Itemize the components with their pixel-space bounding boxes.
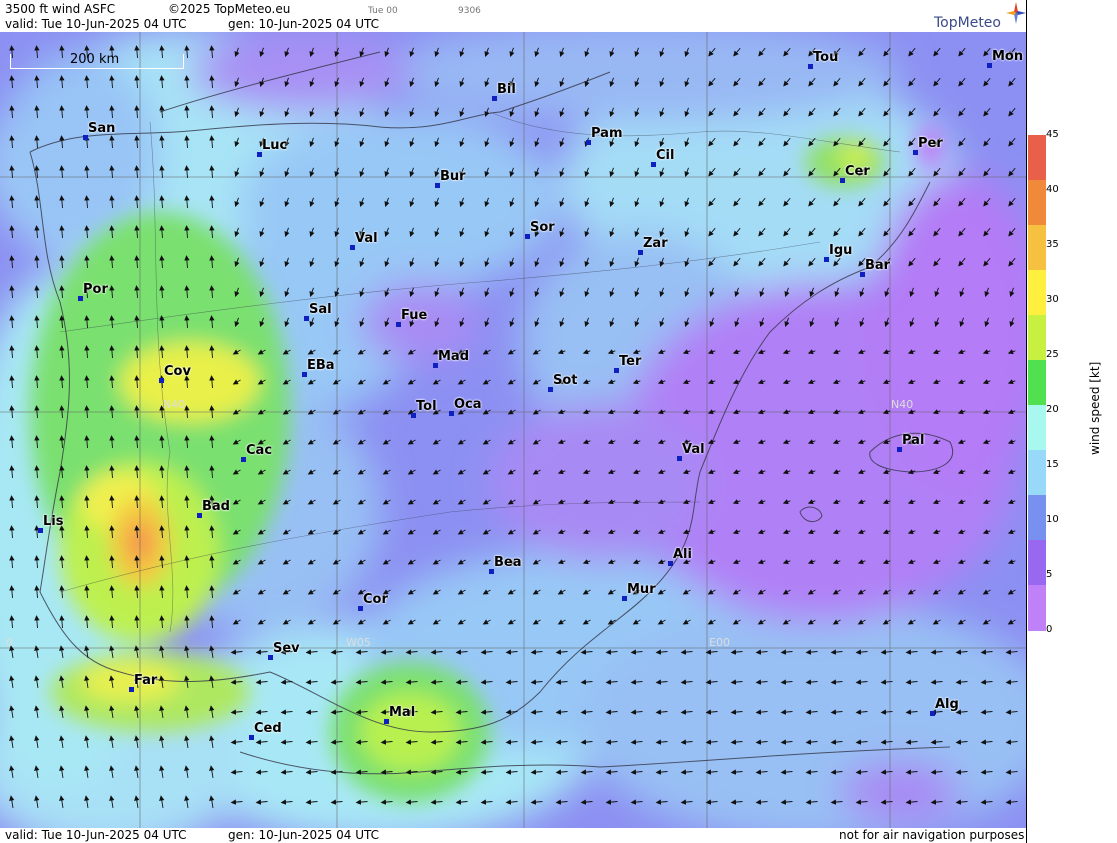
colorbar-tick-label: 45 xyxy=(1046,129,1059,140)
city-label: Cer xyxy=(845,164,870,179)
colorbar-tick-label: 10 xyxy=(1046,514,1059,525)
topmeteo-logo: TopMeteo xyxy=(930,2,1026,32)
city-label: Pam xyxy=(591,126,623,141)
frame-divider xyxy=(1026,0,1027,843)
colorbar-tick-label: 5 xyxy=(1046,569,1053,580)
map-footer: valid: Tue 10-Jun-2025 04 UTC gen: 10-Ju… xyxy=(0,828,1026,843)
colorbar-tick-label: 25 xyxy=(1046,349,1059,360)
colorbar-segment xyxy=(1028,405,1046,451)
city-label: Igu xyxy=(829,243,853,258)
colorbar-label: wind speed [kt] xyxy=(1088,361,1102,455)
city-label: Mon xyxy=(992,49,1024,64)
city-label: Ter xyxy=(619,354,642,369)
city-label: Luc xyxy=(262,138,288,153)
run-label: Tue 00 xyxy=(368,6,398,16)
logo-text: TopMeteo xyxy=(934,15,1001,31)
city-label: Ced xyxy=(254,721,282,736)
footer-gen-time: gen: 10-Jun-2025 04 UTC xyxy=(228,828,380,842)
city-label: Far xyxy=(134,673,158,688)
colorbar-segment xyxy=(1028,225,1046,271)
city-label: Val xyxy=(355,231,378,246)
city-label: Alg xyxy=(935,697,959,712)
scale-label: 200 km xyxy=(70,52,120,67)
city-label: Zar xyxy=(643,236,668,251)
colorbar-segment xyxy=(1028,270,1046,316)
wind-map[interactable]: 200 km N40 N40 W05 E00 0 San Luc Bil Pam Tou… xyxy=(0,32,1026,828)
city-label: Pal xyxy=(902,433,925,448)
city-label: Fue xyxy=(401,308,428,323)
colorbar-tick-label: 0 xyxy=(1046,624,1053,635)
map-title: 3500 ft wind ASFC xyxy=(5,2,116,16)
colorbar-tick-label: 40 xyxy=(1046,184,1059,195)
city-label: Sot xyxy=(553,373,578,388)
copyright-text: ©2025 TopMeteo.eu xyxy=(168,2,291,16)
city-label: Bur xyxy=(440,169,466,184)
city-label: Bad xyxy=(202,499,230,514)
city-label: Tou xyxy=(813,50,839,65)
city-label: Bar xyxy=(865,258,891,273)
wind-field xyxy=(0,32,1026,828)
lat-label-n40-east: N40 xyxy=(891,398,914,411)
city-label: Bea xyxy=(494,555,522,570)
city-label: Per xyxy=(918,136,943,151)
colorbar-segment xyxy=(1028,315,1046,361)
colorbar-segment xyxy=(1028,360,1046,406)
colorbar-segment xyxy=(1028,495,1046,541)
city-label: Cov xyxy=(164,364,191,379)
compass-icon xyxy=(1006,2,1026,24)
city-label: Por xyxy=(83,282,108,297)
city-label: Oca xyxy=(454,397,482,412)
colorbar-segment xyxy=(1028,180,1046,226)
city-label: Cor xyxy=(363,592,388,607)
lon-label-w10: 0 xyxy=(6,636,13,649)
footer-valid-time: valid: Tue 10-Jun-2025 04 UTC xyxy=(5,828,187,842)
colorbar-tick-label: 30 xyxy=(1046,294,1059,305)
colorbar-tick-label: 15 xyxy=(1046,459,1059,470)
city-label: Sev xyxy=(273,641,300,656)
city-label: Mad xyxy=(438,349,470,364)
city-label: Mur xyxy=(627,582,656,597)
gen-time: gen: 10-Jun-2025 04 UTC xyxy=(228,17,380,31)
run-code: 9306 xyxy=(458,6,481,16)
colorbar-segment xyxy=(1028,450,1046,496)
colorbar-segment xyxy=(1028,585,1046,631)
colorbar-tick-label: 20 xyxy=(1046,404,1059,415)
map-header: 3500 ft wind ASFC ©2025 TopMeteo.eu Tue … xyxy=(0,0,1026,32)
city-label: Ali xyxy=(673,547,692,562)
colorbar-tick-label: 35 xyxy=(1046,239,1059,250)
city-label: Val xyxy=(682,442,705,457)
city-label: Tol xyxy=(416,399,437,414)
city-label: Cac xyxy=(246,443,273,458)
city-label: San xyxy=(88,121,116,136)
city-label: Cil xyxy=(656,148,675,163)
colorbar-segment xyxy=(1028,135,1046,181)
city-label: Bil xyxy=(497,82,516,97)
lat-label-n40: N40 xyxy=(163,398,186,411)
valid-time: valid: Tue 10-Jun-2025 04 UTC xyxy=(5,17,187,31)
city-label: Mal xyxy=(389,705,416,720)
colorbar xyxy=(1028,135,1046,631)
lon-label-e00: E00 xyxy=(709,636,730,649)
colorbar-segment xyxy=(1028,540,1046,586)
city-label: Sal xyxy=(309,302,332,317)
lon-label-w05: W05 xyxy=(346,636,371,649)
city-label: Lis xyxy=(43,514,64,529)
city-label: EBa xyxy=(307,358,335,373)
city-label: Sor xyxy=(530,220,555,235)
disclaimer-text: not for air navigation purposes xyxy=(839,828,1025,842)
